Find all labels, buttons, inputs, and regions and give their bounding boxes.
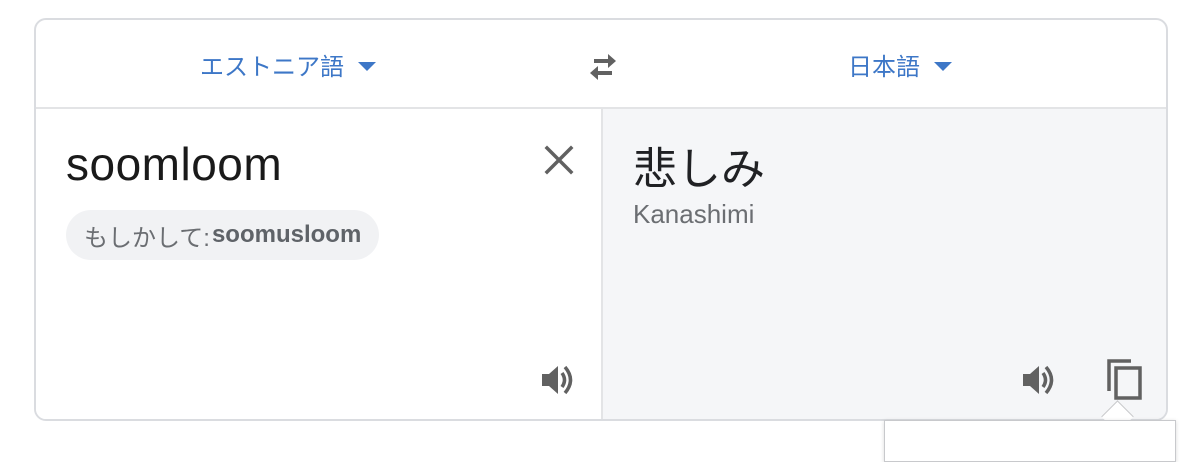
translate-card: エストニア語 日本語 soomloom もしかして: soomusloom 悲し… — [34, 18, 1168, 421]
listen-translation-button[interactable] — [1019, 361, 1061, 399]
clear-source-button[interactable] — [540, 141, 578, 179]
speaker-icon — [542, 365, 573, 395]
copy-translation-button[interactable] — [1103, 355, 1147, 403]
source-language-select[interactable]: エストニア語 — [200, 47, 376, 82]
swap-languages-button[interactable] — [582, 46, 624, 88]
source-input[interactable]: soomloom — [66, 137, 282, 191]
speaker-icon — [1023, 365, 1054, 395]
source-language-label: エストニア語 — [200, 54, 344, 81]
translation-output: 悲しみ — [633, 145, 765, 194]
caret-down-icon — [934, 62, 952, 71]
target-language-label: 日本語 — [848, 54, 920, 81]
did-you-mean-chip[interactable]: もしかして: soomusloom — [66, 210, 380, 260]
language-bar: エストニア語 日本語 — [36, 20, 1166, 109]
swap-arrows-icon — [590, 54, 616, 80]
target-language-select[interactable]: 日本語 — [848, 47, 952, 82]
close-icon — [544, 145, 574, 175]
listen-source-button[interactable] — [538, 361, 580, 399]
source-pane: soomloom もしかして: soomusloom — [36, 109, 603, 419]
suggested-word: soomusloom — [211, 221, 362, 248]
copy-tooltip — [884, 420, 1176, 462]
copy-icon — [1107, 359, 1142, 400]
romanization-text: Kanashimi — [633, 199, 755, 229]
did-you-mean-label: もしかして: — [84, 224, 210, 252]
target-pane: 悲しみ Kanashimi — [603, 109, 1166, 419]
caret-down-icon — [358, 62, 376, 71]
